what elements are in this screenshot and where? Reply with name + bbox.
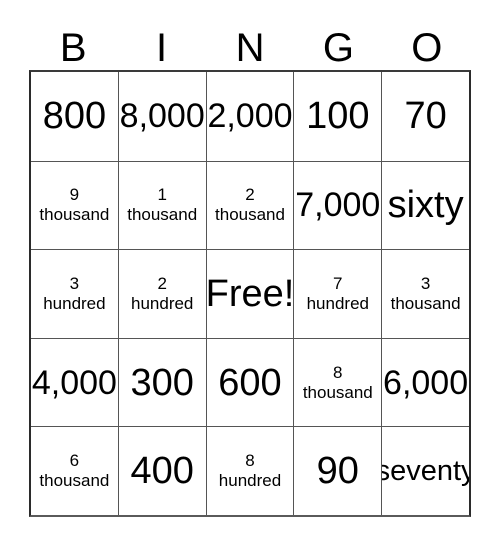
bingo-cell[interactable]: 8 hundred (205, 426, 294, 515)
bingo-cell-value: 70 (404, 95, 447, 138)
bingo-cell[interactable]: 8 thousand (293, 337, 382, 427)
bingo-cell-number: 2 (157, 273, 167, 293)
bingo-row: 4,000 300 600 8 thousand 6,000 (31, 337, 469, 427)
bingo-cell-value: 400 (130, 450, 194, 493)
bingo-cell[interactable]: 100 (293, 72, 381, 161)
bingo-cell-word: thousand (39, 471, 110, 491)
bingo-row: 800 8,000 2,000 100 70 (31, 72, 469, 161)
header-letter-text: B (59, 26, 87, 70)
bingo-cell-value: 4,000 (31, 363, 117, 402)
bingo-cell-value: 7,000 (295, 186, 381, 225)
bingo-cell-number: 3 (69, 273, 80, 293)
header-letter-text: O (411, 26, 443, 70)
bingo-row: 9 thousand 1 thousand 2 thousand 7,000 sixty (31, 160, 469, 250)
bingo-cell-word: hundred (43, 293, 106, 313)
bingo-cell[interactable]: 7,000 (293, 160, 382, 250)
bingo-free-label: Free! (205, 272, 294, 315)
bingo-cell[interactable]: 90 (293, 426, 382, 515)
bingo-header-letter-b: B (29, 14, 117, 70)
bingo-cell-word: thousand (390, 293, 461, 313)
bingo-cell-number: 7 (333, 273, 343, 293)
bingo-cell-value: 300 (130, 361, 194, 404)
bingo-cell[interactable]: 3 hundred (31, 249, 118, 338)
bingo-cell[interactable]: 400 (117, 426, 206, 515)
bingo-cell-number: 1 (157, 185, 167, 205)
bingo-cell-word: thousand (39, 205, 110, 225)
bingo-cell[interactable]: 8,000 (117, 72, 206, 161)
bingo-cell-value: 6,000 (383, 363, 469, 402)
bingo-cell-value: 100 (306, 95, 370, 138)
bingo-cell-word: thousand (127, 205, 198, 225)
bingo-header-letter-o: O (383, 14, 471, 70)
bingo-card: B I N G O 800 8,000 2,000 100 70 9 thousand 1th… (29, 14, 471, 517)
bingo-header-letter-i: I (117, 14, 205, 70)
bingo-cell-word: hundred (218, 471, 282, 491)
bingo-cell[interactable]: 6 thousand (31, 426, 118, 515)
bingo-cell[interactable]: sixty (381, 160, 469, 250)
bingo-cell[interactable]: 1 thousand (117, 160, 206, 250)
bingo-cell-value: 800 (42, 95, 107, 138)
bingo-header-letter-n: N (206, 14, 294, 70)
bingo-row: 3 hundred 2 hundred Free! 7 hundred 3 thousand (31, 249, 469, 338)
bingo-cell[interactable]: 800 (31, 72, 118, 161)
bingo-cell-number: 6 (69, 451, 80, 471)
bingo-header-letter-g: G (294, 14, 382, 70)
bingo-cell[interactable]: 7 hundred (293, 249, 382, 338)
bingo-cell-number: 2 (245, 185, 255, 205)
bingo-grid: 800 8,000 2,000 100 70 9 thousand 1 thousand 2 tho… (29, 70, 471, 517)
bingo-cell-word: thousand (302, 382, 373, 402)
bingo-cell-value: seventy (382, 454, 469, 487)
bingo-cell-word: thousand (215, 205, 285, 225)
header-letter-text: G (322, 26, 354, 70)
bingo-cell-value: sixty (387, 184, 464, 227)
bingo-cell[interactable]: 300 (117, 337, 206, 427)
bingo-cell-word: hundred (306, 293, 369, 313)
bingo-cell-value: 90 (316, 450, 359, 493)
bingo-row: 6thousand 400 8hundred 90 seventy (31, 426, 469, 515)
bingo-cell-value: 600 (218, 361, 282, 404)
bingo-cell[interactable]: 70 (381, 72, 469, 161)
bingo-cell-value: 2,000 (207, 97, 293, 136)
bingo-cell[interactable]: 6,000 (381, 337, 469, 427)
header-letter-text: I (156, 26, 168, 70)
bingo-cell[interactable]: 2 hundred (117, 249, 206, 338)
header-letter-text: N (235, 26, 265, 70)
bingo-cell-value: 8,000 (119, 97, 205, 136)
bingo-cell[interactable]: 4,000 (31, 337, 118, 427)
bingo-cell-free[interactable]: Free! (205, 249, 294, 338)
bingo-cell-number: 9 (69, 185, 80, 205)
bingo-cell-number: 8 (333, 362, 343, 382)
bingo-cell-number: 8 (245, 451, 255, 471)
bingo-cell-word: hundred (131, 293, 194, 313)
bingo-cell[interactable]: 600 (205, 337, 294, 427)
bingo-cell[interactable]: seventy (381, 426, 469, 515)
bingo-cell[interactable]: 9 thousand (31, 160, 118, 250)
bingo-cell[interactable]: 2,000 (205, 72, 294, 161)
bingo-cell[interactable]: 2 thousand (205, 160, 294, 250)
bingo-header-row: B I N G O (29, 14, 471, 70)
bingo-cell-number: 3 (420, 273, 431, 293)
bingo-cell[interactable]: 3 thousand (381, 249, 469, 338)
